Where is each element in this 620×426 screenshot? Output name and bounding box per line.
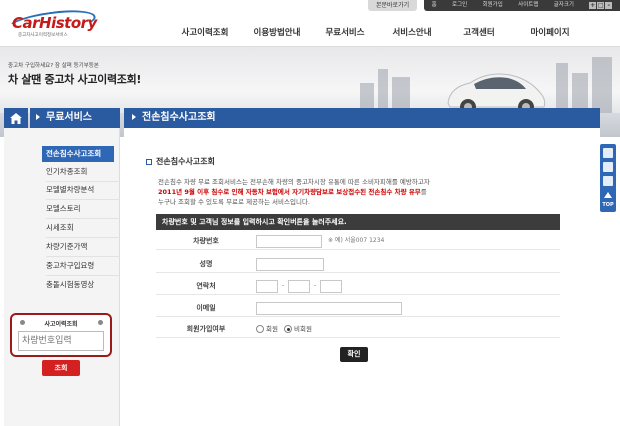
home-button[interactable]: [4, 108, 28, 128]
content-header: 전손침수사고조회: [124, 108, 600, 128]
skip-to-content-link[interactable]: 본문바로가기: [368, 0, 418, 11]
sidebar-item-crash-test-video[interactable]: 충돌시험동영상: [42, 277, 120, 293]
sidebar-item-model-story[interactable]: 모델스토리: [42, 201, 120, 217]
description-line-2: 2011년 9월 이후 침수로 인해 자동차 보험에서 자기차량담보로 보상접수…: [158, 186, 427, 196]
form-row-phone: 연락처 - -: [156, 277, 560, 295]
global-nav: 사고이력조회 이용방법안내 무료서비스 서비스안내 고객센터 마이페이지: [168, 26, 620, 38]
gnb-service-info[interactable]: 서비스안내: [378, 26, 446, 38]
document-icon[interactable]: [603, 148, 613, 158]
email-input[interactable]: [256, 302, 402, 315]
description-line-3: 누구나 조회할 수 있도록 무료로 제공하는 서비스입니다.: [158, 198, 311, 206]
sidebar-item-model-analysis[interactable]: 모델별차량분석: [42, 182, 120, 198]
home-link[interactable]: 홈: [432, 0, 437, 11]
description-line-1: 전손침수 차량 무료 조회서비스는 전부손해 차량의 중고차시장 유통에 따른 …: [158, 178, 430, 186]
sidebar-item-total-loss-flood[interactable]: 전손침수사고조회: [42, 146, 114, 162]
sidebar-divider: [46, 256, 120, 257]
zoom-controls: + □ -: [589, 2, 613, 9]
arrow-right-icon: [36, 114, 40, 120]
car-number-hint: ※ 예) 서울007 1234: [328, 237, 385, 244]
bullet-dot-icon: [98, 320, 103, 325]
name-input[interactable]: [256, 258, 324, 271]
sidebar-divider: [46, 199, 120, 200]
zoom-out-button[interactable]: -: [605, 2, 613, 9]
car-number-input[interactable]: [256, 235, 322, 248]
email-label: 이메일: [196, 304, 216, 312]
home-icon: [10, 112, 22, 124]
logo-text: CarHistory: [12, 14, 97, 32]
name-label: 성명: [199, 260, 213, 268]
member-yes-label: 회원: [266, 325, 278, 333]
quick-menu: TOP: [600, 144, 616, 212]
zoom-in-button[interactable]: +: [589, 2, 597, 9]
form-row-car-number: 차량번호 ※ 예) 서울007 1234: [156, 232, 560, 250]
car-number-label: 차량번호: [193, 237, 219, 245]
sidebar-title-text: 무료서비스: [46, 112, 92, 123]
search-button[interactable]: 조회: [42, 360, 80, 376]
sitemap-link[interactable]: 사이트맵: [518, 0, 538, 11]
arrow-right-icon: [132, 114, 136, 120]
gnb-my-page[interactable]: 마이페이지: [512, 26, 588, 38]
gnb-accident-history[interactable]: 사고이력조회: [168, 26, 242, 38]
login-link[interactable]: 로그인: [452, 0, 467, 11]
city-building: [378, 69, 388, 113]
car-icon[interactable]: [603, 162, 613, 172]
arrow-up-icon: [604, 192, 612, 198]
hero-caption: 중고차 구입하세요? 잠 살펴 등기부등본: [8, 63, 99, 69]
sidebar-item-buying-tips[interactable]: 중고차구입요령: [42, 258, 120, 274]
sidebar-item-standard-value[interactable]: 차량기준가액: [42, 239, 120, 255]
hero-headline: 차 살땐 중고차 사고이력조회!: [8, 73, 142, 86]
accident-search-box: 사고이력조회: [10, 313, 112, 357]
carhistory-logo[interactable]: CarHistory 중고차사고이력정보서비스: [4, 5, 97, 41]
sidebar: 전손침수사고조회 인기차종조회 모델별차량분석 모델스토리 시세조회 차량기준가…: [4, 128, 120, 426]
description-line-2-suffix: 를: [420, 188, 427, 196]
sidebar-divider: [46, 275, 120, 276]
car-number-search-input[interactable]: [18, 331, 104, 351]
membership-label: 회원가입여부: [186, 325, 226, 333]
phone-separator: -: [282, 282, 285, 289]
zoom-reset-button[interactable]: □: [597, 2, 605, 9]
sidebar-divider: [46, 218, 120, 219]
member-no-radio[interactable]: [284, 325, 292, 333]
sidebar-title: 무료서비스: [30, 108, 120, 128]
phone-input-2[interactable]: [288, 280, 310, 293]
description-highlight: 2011년 9월 이후 침수로 인해 자동차 보험에서 자기차량담보로 보상접수…: [158, 188, 421, 196]
phone-separator: -: [314, 282, 317, 289]
main-content: 전손침수사고조회 전손침수 차량 무료 조회서비스는 전부손해 차량의 중고차시…: [124, 128, 600, 426]
member-no-label: 비회원: [294, 325, 312, 333]
logo-subtitle: 중고차사고이력정보서비스: [18, 33, 68, 38]
section-title-text: 전손침수사고조회: [156, 157, 215, 166]
gnb-how-to-use[interactable]: 이용방법안내: [242, 26, 312, 38]
pencil-icon[interactable]: [603, 176, 613, 186]
phone-input-3[interactable]: [320, 280, 342, 293]
content-header-text: 전손침수사고조회: [142, 112, 216, 123]
city-building: [572, 73, 588, 113]
join-link[interactable]: 회원가입: [483, 0, 503, 11]
instruction-banner: 차량번호 및 고객님 정보를 입력하시고 확인버튼을 눌러주세요.: [156, 214, 560, 230]
confirm-button[interactable]: 확인: [340, 347, 368, 362]
sidebar-item-popular-models[interactable]: 인기차종조회: [42, 164, 120, 180]
utility-links: 홈 로그인 회원가입 사이트맵 글자크기 + □ -: [424, 0, 620, 11]
form-row-name: 성명: [156, 255, 560, 273]
back-to-top-button[interactable]: TOP: [601, 202, 615, 208]
sidebar-divider: [46, 237, 120, 238]
form-row-email: 이메일: [156, 299, 560, 317]
gnb-free-service[interactable]: 무료서비스: [312, 26, 378, 38]
font-size-label: 글자크기: [553, 2, 574, 8]
member-yes-radio[interactable]: [256, 325, 264, 333]
sidebar-item-market-price[interactable]: 시세조회: [42, 220, 120, 236]
form-row-membership: 회원가입여부 회원 비회원: [156, 320, 560, 338]
search-box-title: 사고이력조회: [44, 321, 78, 328]
phone-label: 연락처: [196, 282, 216, 290]
section-title: 전손침수사고조회: [146, 156, 215, 167]
phone-input-1[interactable]: [256, 280, 278, 293]
city-building: [556, 63, 568, 113]
city-building: [592, 57, 612, 113]
square-bullet-icon: [146, 158, 152, 165]
gnb-customer-center[interactable]: 고객센터: [446, 26, 512, 38]
